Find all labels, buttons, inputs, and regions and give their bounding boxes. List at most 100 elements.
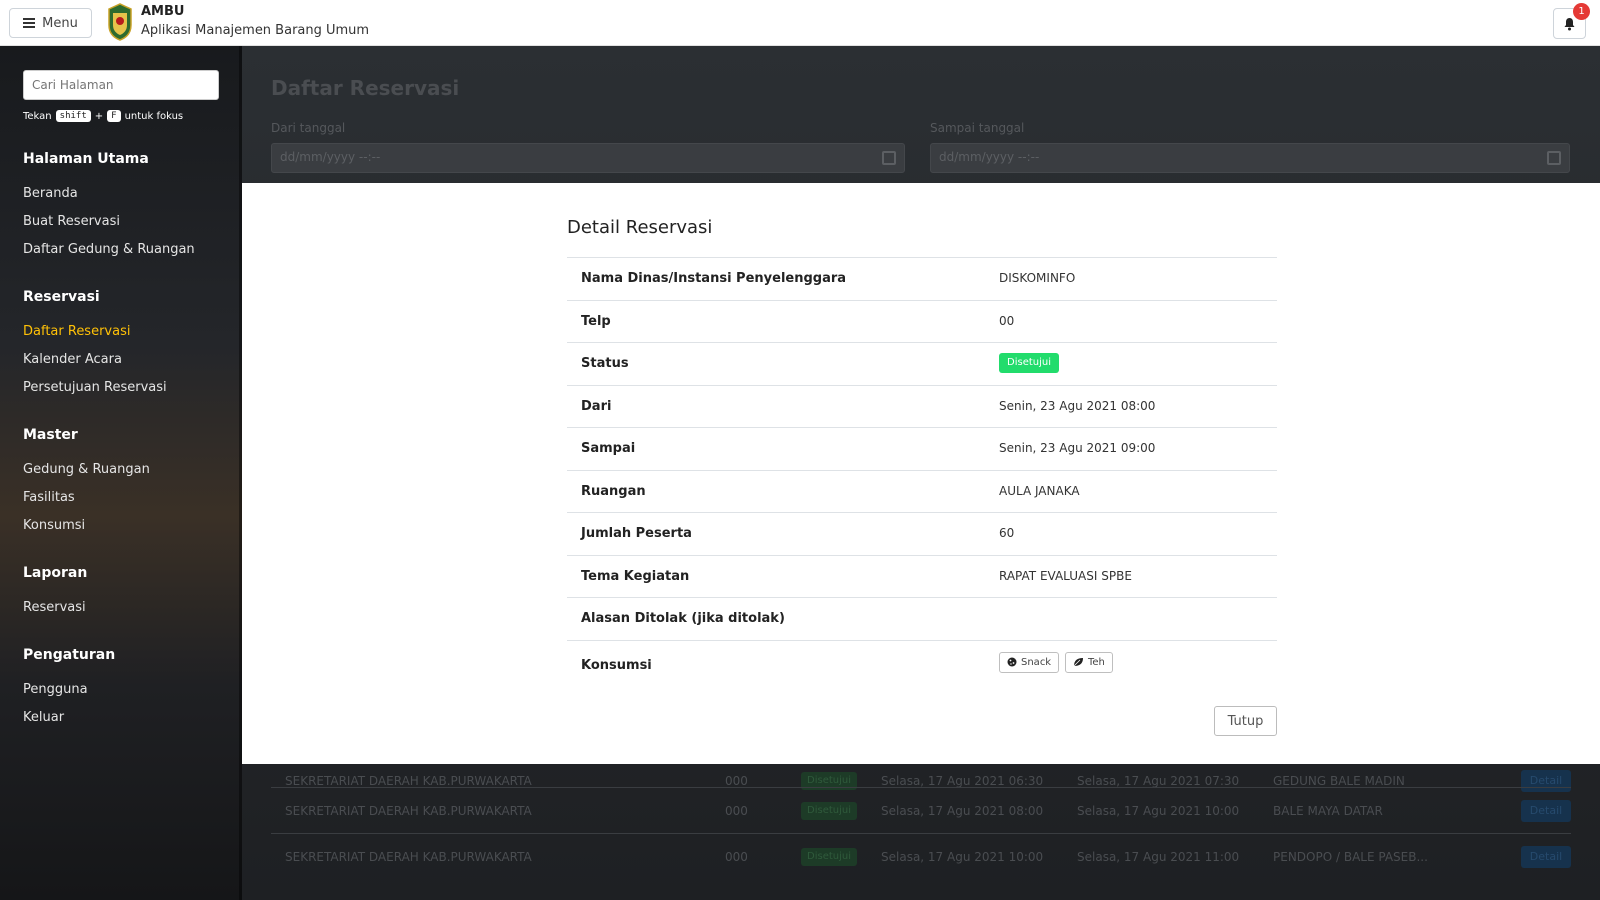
sidebar-item-konsumsi[interactable]: Konsumsi: [23, 518, 85, 533]
consumption-label: Snack: [1021, 656, 1052, 668]
label-participants: Jumlah Peserta: [581, 526, 692, 541]
hint-key-f: F: [107, 110, 121, 122]
calendar-icon: [882, 151, 896, 165]
row-from: Selasa, 17 Agu 2021 08:00: [881, 804, 1044, 818]
detail-row-telp: Telp 00: [567, 301, 1277, 343]
sidebar-item-laporan-reservasi[interactable]: Reservasi: [23, 600, 86, 615]
row-room: PENDOPO / BALE PASEB...: [1273, 850, 1428, 864]
row-from: Selasa, 17 Agu 2021 10:00: [881, 850, 1044, 864]
sidebar-item-kalender-acara[interactable]: Kalender Acara: [23, 352, 122, 367]
table-row: SEKRETARIAT DAERAH KAB.PURWAKARTA 000 Di…: [271, 787, 1571, 833]
label-telp: Telp: [581, 313, 611, 329]
row-telp: 000: [725, 774, 748, 788]
value-to: Senin, 23 Agu 2021 09:00: [999, 441, 1156, 455]
detail-button[interactable]: Detail: [1521, 846, 1571, 868]
calendar-icon: [1547, 151, 1561, 165]
label-to: Sampai: [581, 441, 636, 456]
search-input[interactable]: [23, 70, 219, 100]
from-date-placeholder: dd/mm/yyyy --:--: [280, 150, 381, 164]
close-button[interactable]: Tutup: [1214, 706, 1277, 736]
detail-row-to: Sampai Senin, 23 Agu 2021 09:00: [567, 428, 1277, 471]
row-to: Selasa, 17 Agu 2021 11:00: [1077, 850, 1240, 864]
sidebar-item-daftar-gedung-ruangan[interactable]: Daftar Gedung & Ruangan: [23, 242, 195, 257]
row-to: Selasa, 17 Agu 2021 07:30: [1077, 774, 1240, 788]
row-from: Selasa, 17 Agu 2021 06:30: [881, 774, 1044, 788]
detail-button[interactable]: Detail: [1521, 800, 1571, 822]
menu-label: Menu: [42, 15, 78, 31]
consumption-label: Teh: [1088, 656, 1105, 668]
sidebar-item-daftar-reservasi[interactable]: Daftar Reservasi: [23, 324, 130, 339]
label-from: Dari: [581, 398, 612, 414]
detail-row-from: Dari Senin, 23 Agu 2021 08:00: [567, 386, 1277, 428]
label-org: Nama Dinas/Instansi Penyelenggara: [581, 271, 847, 286]
detail-table: Nama Dinas/Instansi Penyelenggara DISKOM…: [567, 257, 1277, 691]
modal-title: Detail Reservasi: [567, 217, 713, 238]
page-title: Daftar Reservasi: [271, 76, 460, 100]
detail-row-theme: Tema Kegiatan RAPAT EVALUASI SPBE: [567, 556, 1277, 598]
section-title-reservasi: Reservasi: [23, 289, 100, 305]
search-hint: Tekan shift + F untuk fokus: [23, 110, 183, 122]
detail-row-participants: Jumlah Peserta 60: [567, 513, 1277, 556]
row-org: SEKRETARIAT DAERAH KAB.PURWAKARTA: [285, 850, 532, 864]
section-title-laporan: Laporan: [23, 565, 88, 581]
value-telp: 00: [999, 313, 1015, 328]
status-badge: Disetujui: [801, 802, 857, 820]
hamburger-icon: [23, 18, 36, 28]
brand-title: AMBU: [141, 4, 185, 19]
to-date-input[interactable]: dd/mm/yyyy --:--: [930, 143, 1570, 173]
sidebar-item-pengguna[interactable]: Pengguna: [23, 682, 88, 697]
value-participants: 60: [999, 526, 1015, 540]
detail-row-reject-reason: Alasan Ditolak (jika ditolak): [567, 598, 1277, 641]
detail-row-consumption: Konsumsi Snack Teh: [567, 641, 1277, 691]
sidebar-item-persetujuan-reservasi[interactable]: Persetujuan Reservasi: [23, 380, 167, 395]
label-room: Ruangan: [581, 483, 646, 499]
sidebar-item-gedung-ruangan[interactable]: Gedung & Ruangan: [23, 462, 150, 477]
row-telp: 000: [725, 850, 748, 864]
sidebar: Tekan shift + F untuk fokus Halaman Utam…: [0, 46, 242, 900]
menu-button[interactable]: Menu: [9, 8, 92, 38]
row-room: BALE MAYA DATAR: [1273, 804, 1383, 818]
section-title-pengaturan: Pengaturan: [23, 647, 116, 663]
row-telp: 000: [725, 804, 748, 818]
row-to: Selasa, 17 Agu 2021 10:00: [1077, 804, 1240, 818]
top-bar: Menu AMBU Aplikasi Manajemen Barang Umum…: [0, 0, 1600, 46]
consumption-chip-snack: Snack: [999, 651, 1060, 673]
sidebar-item-keluar[interactable]: Keluar: [23, 710, 64, 725]
section-title-master: Master: [23, 427, 78, 443]
from-date-label: Dari tanggal: [271, 121, 346, 135]
sidebar-item-fasilitas[interactable]: Fasilitas: [23, 490, 75, 505]
value-org: DISKOMINFO: [999, 271, 1076, 285]
cookie-icon: [1007, 657, 1017, 667]
row-org: SEKRETARIAT DAERAH KAB.PURWAKARTA: [285, 804, 532, 818]
status-badge: Disetujui: [801, 848, 857, 866]
bell-icon: [1564, 17, 1575, 30]
label-status: Status: [581, 356, 629, 371]
brand-subtitle: Aplikasi Manajemen Barang Umum: [141, 23, 370, 38]
value-theme: RAPAT EVALUASI SPBE: [999, 568, 1132, 583]
value-room: AULA JANAKA: [999, 483, 1080, 498]
detail-row-room: Ruangan AULA JANAKA: [567, 471, 1277, 513]
to-date-placeholder: dd/mm/yyyy --:--: [939, 150, 1040, 164]
sidebar-item-beranda[interactable]: Beranda: [23, 186, 78, 201]
status-badge: Disetujui: [999, 353, 1059, 373]
row-room: GEDUNG BALE MADIN: [1273, 774, 1405, 788]
hint-suffix: untuk fokus: [124, 110, 184, 122]
value-from: Senin, 23 Agu 2021 08:00: [999, 398, 1156, 413]
table-row: SEKRETARIAT DAERAH KAB.PURWAKARTA 000 Di…: [271, 833, 1571, 879]
label-theme: Tema Kegiatan: [581, 568, 690, 584]
detail-row-status: Status Disetujui: [567, 343, 1277, 386]
hint-plus: +: [94, 110, 104, 122]
sidebar-item-buat-reservasi[interactable]: Buat Reservasi: [23, 214, 120, 229]
row-org: SEKRETARIAT DAERAH KAB.PURWAKARTA: [285, 774, 532, 788]
section-title-halaman-utama: Halaman Utama: [23, 151, 149, 167]
logo-icon: [108, 3, 132, 41]
leaf-icon: [1073, 658, 1083, 667]
detail-row-org: Nama Dinas/Instansi Penyelenggara DISKOM…: [567, 258, 1277, 301]
consumption-chip-teh: Teh: [1065, 651, 1113, 673]
notification-badge: 1: [1573, 3, 1590, 20]
hint-prefix: Tekan: [23, 110, 52, 122]
from-date-input[interactable]: dd/mm/yyyy --:--: [271, 143, 905, 173]
hint-key-shift: shift: [55, 110, 91, 122]
label-reject-reason: Alasan Ditolak (jika ditolak): [581, 611, 785, 626]
to-date-label: Sampai tanggal: [930, 121, 1025, 135]
